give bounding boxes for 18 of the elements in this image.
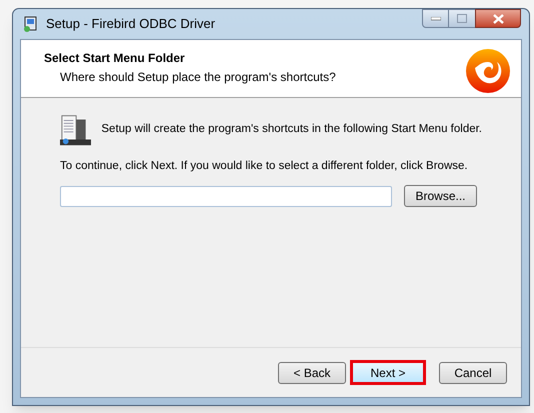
window-title: Setup - Firebird ODBC Driver [46, 15, 216, 34]
page-title: Select Start Menu Folder [44, 50, 186, 67]
start-menu-folder-icon [60, 114, 92, 146]
cancel-button[interactable]: Cancel [439, 362, 507, 384]
browse-button[interactable]: Browse... [404, 185, 477, 208]
minimize-button[interactable] [422, 9, 449, 28]
minimize-icon [430, 16, 440, 20]
firebird-logo-icon [465, 48, 511, 94]
page-subtitle: Where should Setup place the program's shortcuts? [60, 69, 336, 86]
maximize-icon [457, 14, 467, 23]
instruction-text: To continue, click Next. If you would like to select a different folder, click Browse. [60, 159, 469, 174]
intro-text: Setup will create the program's shortcuts in the following Start Menu folder. [101, 122, 482, 138]
close-button[interactable] [475, 9, 521, 28]
back-button[interactable]: < Back [278, 362, 346, 384]
folder-field[interactable] [60, 186, 392, 207]
close-icon [492, 14, 504, 24]
next-button[interactable]: Next > [350, 360, 426, 385]
maximize-button[interactable] [449, 9, 475, 28]
